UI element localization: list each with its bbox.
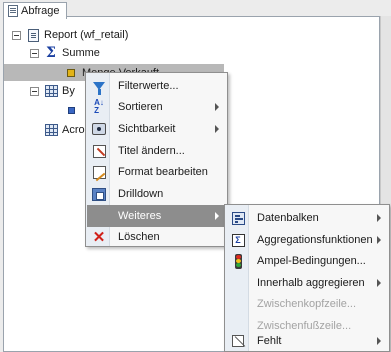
menu-item-label: Sichtbarkeit	[118, 123, 176, 135]
menu-item-titel-aendern[interactable]: Titel ändern...	[87, 140, 226, 162]
tab-abfrage[interactable]: Abfrage	[3, 2, 67, 19]
tree-node-summe[interactable]: Σ Summe	[30, 44, 100, 62]
collapse-toggle-icon[interactable]	[12, 30, 21, 40]
submenu-item-fehlt[interactable]: Fehlt	[226, 330, 388, 352]
filter-icon	[87, 75, 111, 97]
submenu-arrow-icon	[377, 236, 381, 244]
submenu-arrow-icon	[215, 103, 219, 111]
submenu-arrow-icon	[377, 279, 381, 287]
collapse-toggle-icon[interactable]	[30, 48, 39, 58]
dimension-field-icon	[64, 103, 78, 117]
submenu-arrow-icon	[215, 125, 219, 133]
missing-icon	[226, 330, 250, 352]
menu-item-label: Aggregationsfunktionen	[257, 234, 373, 246]
menu-item-label: Datenbalken	[257, 212, 319, 224]
menu-item-label: Drilldown	[118, 188, 164, 200]
tree-node-across[interactable]: Acro	[44, 121, 85, 139]
menu-item-sichtbarkeit[interactable]: Sichtbarkeit	[87, 118, 226, 140]
menu-item-icon-slot	[226, 293, 250, 315]
menu-item-label: Innerhalb aggregieren	[257, 277, 365, 289]
traffic-light-icon	[226, 250, 250, 272]
menu-item-label: Filterwerte...	[118, 80, 179, 92]
tree-label-by: By	[62, 85, 75, 97]
format-icon	[87, 161, 111, 183]
menu-item-drilldown[interactable]: Drilldown	[87, 183, 226, 205]
tree-node-dimension[interactable]	[64, 101, 82, 119]
visibility-icon	[87, 118, 111, 140]
menu-item-format-bearbeiten[interactable]: Format bearbeiten	[87, 161, 226, 183]
submenu-weiteres: Datenbalken Σ Aggregationsfunktionen Amp…	[224, 204, 390, 352]
query-doc-icon	[8, 5, 18, 17]
tree-label-report: Report (wf_retail)	[44, 29, 129, 41]
grid-icon	[44, 123, 58, 137]
menu-item-label: Format bearbeiten	[118, 166, 208, 178]
menu-item-icon-slot	[87, 205, 111, 227]
submenu-arrow-icon	[377, 214, 381, 222]
menu-item-weiteres[interactable]: Weiteres	[87, 205, 226, 227]
submenu-item-aggregationsfunktionen[interactable]: Σ Aggregationsfunktionen	[226, 229, 388, 251]
menu-item-label: Zwischenkopfzeile...	[257, 298, 357, 310]
report-icon	[26, 28, 40, 42]
menu-item-label: Fehlt	[257, 335, 282, 347]
menu-item-label: Weiteres	[118, 210, 162, 222]
submenu-item-innerhalb-aggregieren[interactable]: Innerhalb aggregieren	[226, 272, 388, 294]
submenu-item-datenbalken[interactable]: Datenbalken	[226, 207, 388, 229]
grid-icon	[44, 84, 58, 98]
tree-node-report[interactable]: Report (wf_retail)	[12, 26, 128, 44]
tree-label-across: Acro	[62, 124, 85, 136]
submenu-item-zwischenkopfzeile[interactable]: Zwischenkopfzeile...	[226, 293, 388, 315]
submenu-item-ampel-bedingungen[interactable]: Ampel-Bedingungen...	[226, 250, 388, 272]
menu-item-filterwerte[interactable]: Filterwerte...	[87, 75, 226, 97]
context-menu: Filterwerte... A↓ Z Sortieren Sichtbarkei…	[85, 72, 228, 247]
menu-item-sortieren[interactable]: A↓ Z Sortieren	[87, 96, 226, 118]
tab-label: Abfrage	[21, 5, 60, 17]
collapse-toggle-icon[interactable]	[30, 86, 39, 96]
submenu-arrow-icon	[215, 212, 219, 220]
drilldown-icon	[87, 183, 111, 205]
measure-field-icon	[64, 66, 78, 80]
submenu-arrow-icon	[377, 337, 381, 345]
menu-item-label: Ampel-Bedingungen...	[257, 255, 366, 267]
tree-label-summe: Summe	[62, 47, 100, 59]
delete-icon: ✕	[92, 228, 106, 246]
menu-item-loeschen[interactable]: ✕ Löschen	[87, 226, 226, 248]
databar-icon	[226, 207, 250, 229]
sigma-icon: Σ	[46, 45, 56, 61]
edit-title-icon	[87, 140, 111, 162]
menu-item-label: Löschen	[118, 231, 160, 243]
menu-item-label: Sortieren	[118, 101, 163, 113]
aggregation-icon: Σ	[226, 229, 250, 251]
tree-node-by[interactable]: By	[30, 82, 75, 100]
menu-item-icon-slot	[226, 272, 250, 294]
menu-item-label: Titel ändern...	[118, 145, 185, 157]
sort-icon: A↓ Z	[94, 98, 104, 115]
